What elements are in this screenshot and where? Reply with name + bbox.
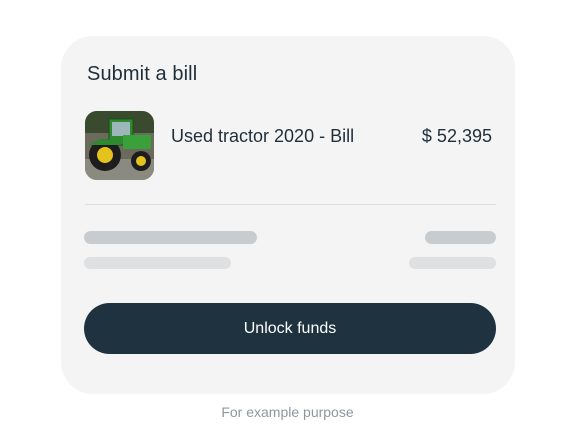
skeleton-line — [425, 231, 496, 244]
bill-item: Used tractor 2020 - Bill $ 52,395 — [85, 111, 492, 181]
card-title: Submit a bill — [87, 63, 198, 85]
submit-bill-card: Submit a bill Used tractor 2020 - Bill $… — [61, 36, 515, 394]
unlock-funds-button[interactable]: Unlock funds — [84, 303, 496, 354]
skeleton-line — [409, 257, 496, 269]
divider — [85, 204, 496, 205]
skeleton-line — [84, 257, 231, 269]
skeleton-line — [84, 231, 257, 244]
bill-amount: $ 52,395 — [421, 126, 492, 146]
tractor-image — [85, 111, 154, 180]
bill-name: Used tractor 2020 - Bill — [171, 126, 355, 146]
footnote: For example purpose — [221, 404, 354, 420]
